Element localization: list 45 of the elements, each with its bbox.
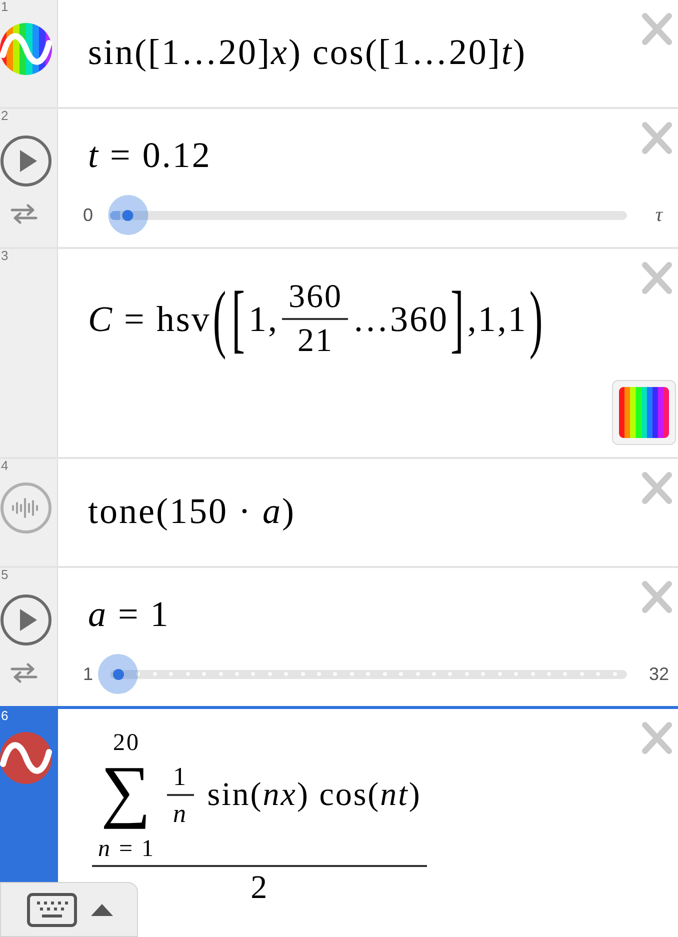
caret-up-icon (91, 904, 113, 916)
play-icon[interactable] (0, 135, 52, 187)
expression-row[interactable]: 4 tone(150 · a) (0, 457, 678, 566)
close-icon (641, 721, 673, 755)
delete-button[interactable] (640, 470, 674, 506)
rainbow-wave-icon[interactable] (0, 23, 52, 75)
delete-button[interactable] (640, 260, 674, 296)
line-number: 5 (0, 568, 8, 582)
repeat-icon[interactable] (10, 204, 38, 224)
line-number: 6 (0, 709, 8, 723)
math-input[interactable]: tone(150 · a) (88, 481, 296, 541)
close-icon (641, 261, 673, 295)
expression-row[interactable]: 2 t = 0.12 0 τ (0, 107, 678, 247)
rainbow-stripes-icon (619, 387, 669, 438)
wave-icon[interactable] (0, 732, 52, 784)
repeat-icon[interactable] (10, 663, 38, 683)
close-icon (641, 471, 673, 505)
slider-max-label: 32 (648, 665, 670, 683)
color-swatch-button[interactable] (612, 380, 676, 445)
keyboard-toggle-button[interactable] (0, 882, 138, 937)
slider-track[interactable] (110, 670, 627, 678)
slider-thumb[interactable] (98, 654, 138, 694)
slider-min-label: 1 (82, 665, 94, 683)
delete-button[interactable] (640, 11, 674, 47)
close-icon (641, 121, 673, 155)
slider-max-label: τ (654, 205, 664, 225)
sound-wave-icon[interactable] (0, 482, 52, 534)
slider-thumb[interactable] (108, 195, 148, 235)
play-icon[interactable] (0, 594, 52, 646)
math-input[interactable]: sin([1…20]x) cos([1…20]t) (88, 22, 526, 82)
slider-track[interactable] (110, 210, 627, 220)
keyboard-icon (27, 892, 77, 926)
close-icon (641, 580, 673, 614)
slider-min-label: 0 (82, 206, 94, 224)
delete-button[interactable] (640, 720, 674, 756)
close-icon (641, 12, 673, 46)
line-number: 2 (0, 109, 8, 123)
expression-row[interactable]: 5 a = 1 1 32 (0, 566, 678, 706)
line-number: 3 (0, 249, 8, 263)
line-number: 1 (0, 0, 8, 14)
math-input[interactable]: t = 0.12 (88, 125, 212, 185)
delete-button[interactable] (640, 579, 674, 615)
line-number: 4 (0, 459, 8, 473)
delete-button[interactable] (640, 120, 674, 156)
math-input[interactable]: a = 1 (88, 584, 170, 644)
